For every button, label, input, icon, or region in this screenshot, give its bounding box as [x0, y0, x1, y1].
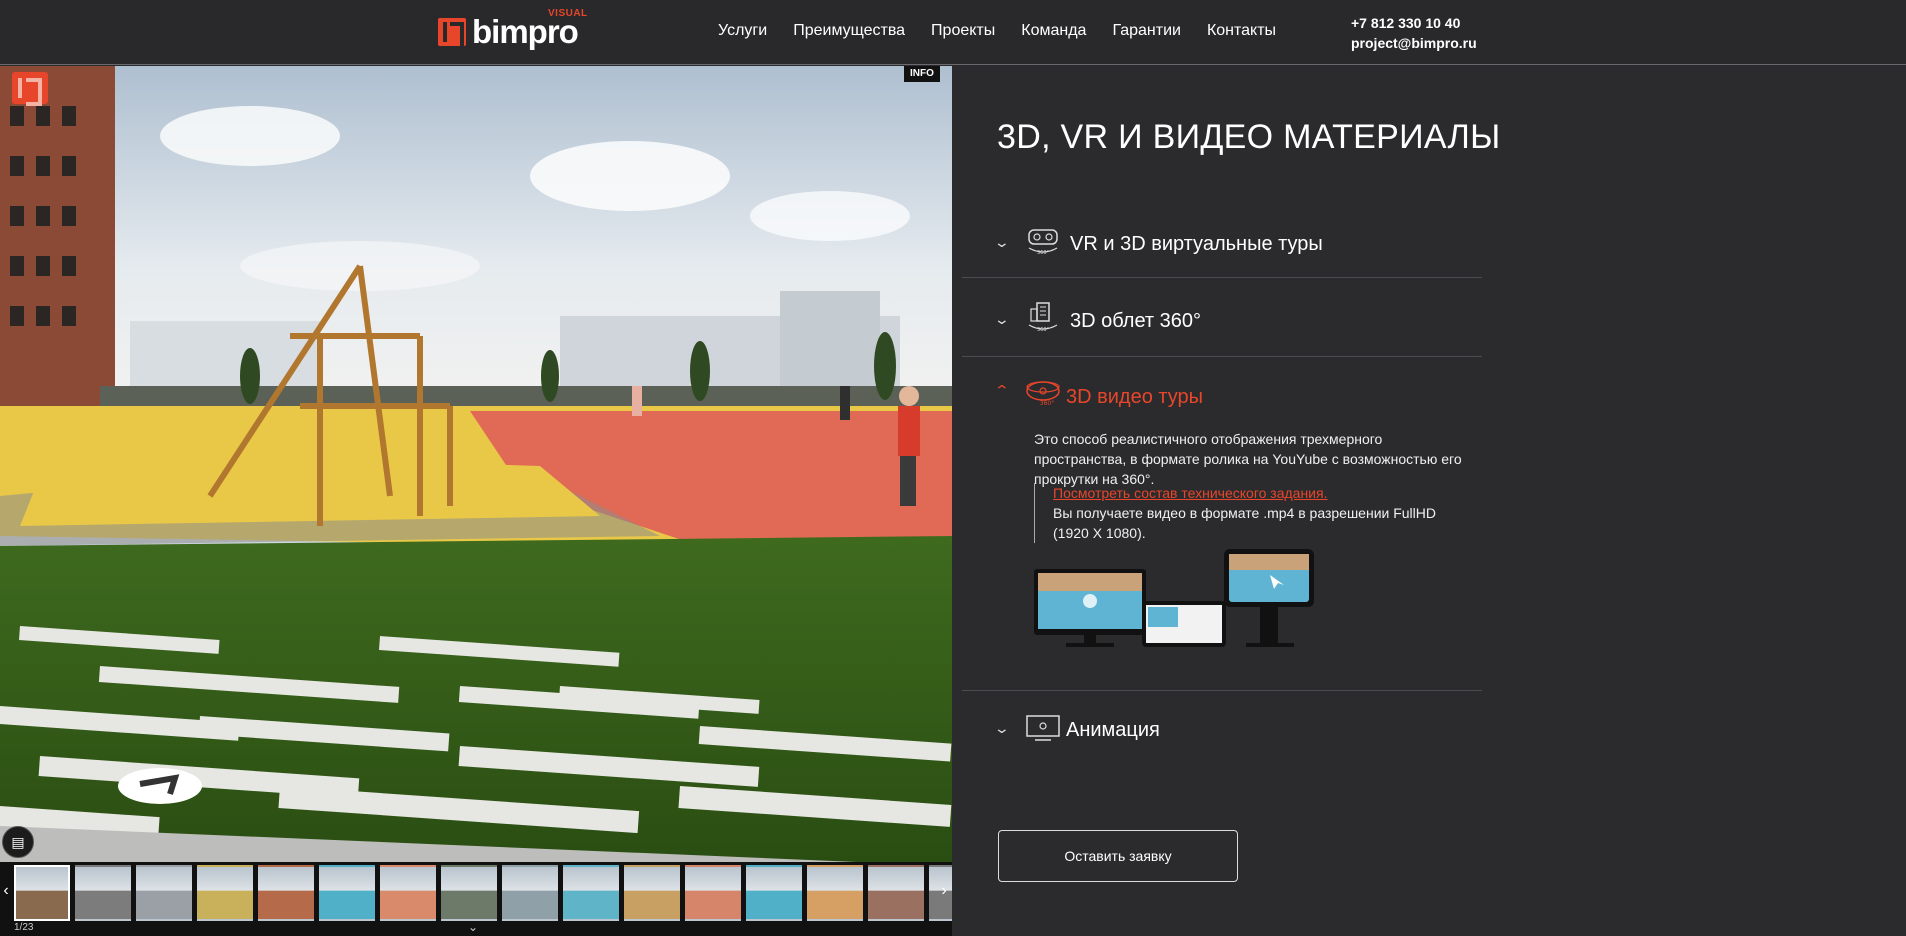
phone-link[interactable]: +7 812 330 10 40 [1351, 13, 1477, 33]
tech-spec-link[interactable]: Посмотреть состав технического задания. [1053, 485, 1327, 501]
format-note: Вы получаете видео в формате .mp4 в разр… [1053, 505, 1436, 541]
nav-team[interactable]: Команда [1021, 22, 1086, 40]
info-button[interactable]: INFO [904, 66, 940, 82]
accordion-note: Посмотреть состав технического задания. … [1034, 483, 1474, 543]
main-nav: Услуги Преимущества Проекты Команда Гара… [718, 22, 1302, 40]
nav-contacts[interactable]: Контакты [1207, 22, 1276, 40]
bimpro-logo[interactable]: bimpro VISUAL [438, 8, 587, 50]
thumbnail-strip: ‹ › 1/23 ⌄ [0, 862, 952, 936]
logo-text: bimpro [472, 13, 579, 50]
building-360-icon: 360° [1028, 302, 1058, 333]
header-contacts: +7 812 330 10 40 project@bimpro.ru [1351, 13, 1477, 53]
nav-guarantees[interactable]: Гарантии [1112, 22, 1181, 40]
chevron-down-icon: ⌄ [993, 311, 1011, 327]
svg-text:360°: 360° [1037, 250, 1050, 256]
scene-thumbnail[interactable] [75, 865, 131, 921]
accordion-title: 3D видео туры [1066, 386, 1204, 408]
scene-thumbnail[interactable] [746, 865, 802, 921]
scene-thumbnail[interactable] [807, 865, 863, 921]
map-icon[interactable]: ▤ [2, 826, 34, 858]
scene-thumbnail[interactable] [14, 865, 70, 921]
email-link[interactable]: project@bimpro.ru [1351, 33, 1477, 53]
scene-thumbnail[interactable] [258, 865, 314, 921]
accordion-header[interactable]: ⌄ 360° 3D видео туры [962, 371, 1482, 421]
accordion-title: Анимация [1066, 719, 1160, 741]
materials-panel: 3D, VR И ВИДЕО МАТЕРИАЛЫ ⌄ 360° VR и 3D … [952, 66, 1906, 936]
svg-text:360°: 360° [1040, 400, 1054, 407]
nav-services[interactable]: Услуги [718, 22, 767, 40]
chevron-down-icon[interactable]: ⌄ [468, 920, 478, 934]
nav-projects[interactable]: Проекты [931, 22, 995, 40]
divider [962, 356, 1482, 357]
chevron-up-icon: ⌄ [993, 382, 1011, 398]
monitor-icon [1026, 715, 1060, 741]
vr-headset-icon: 360° [1028, 229, 1058, 256]
accordion-header[interactable]: ⌄ Анимация [962, 704, 1482, 754]
strip-next-icon[interactable]: › [938, 882, 950, 900]
request-button[interactable]: Оставить заявку [998, 830, 1238, 882]
section-title: 3D, VR И ВИДЕО МАТЕРИАЛЫ [997, 118, 1501, 156]
panorama-viewer[interactable]: INFO ▤ ‹ › 1/23 ⌄ [0, 66, 952, 936]
divider [962, 277, 1482, 278]
scene-thumbnail[interactable] [502, 865, 558, 921]
accordion-title: 3D облет 360° [1070, 310, 1202, 332]
logo-subtitle: VISUAL [548, 8, 588, 19]
viewer-logo-icon [12, 72, 48, 106]
panorama-image[interactable] [0, 66, 952, 862]
scene-thumbnail[interactable] [563, 865, 619, 921]
accordion-header[interactable]: ⌄ 360° 3D облет 360° [962, 295, 1482, 345]
logo-mark-icon [438, 18, 466, 50]
divider [962, 690, 1482, 691]
scene-thumbnail[interactable] [868, 865, 924, 921]
devices-illustration [1034, 549, 1314, 647]
chevron-down-icon: ⌄ [993, 720, 1011, 736]
strip-prev-icon[interactable]: ‹ [0, 882, 12, 900]
accordion-header[interactable]: ⌄ 360° VR и 3D виртуальные туры [962, 218, 1482, 268]
accordion-title: VR и 3D виртуальные туры [1070, 233, 1323, 255]
scene-thumbnail[interactable] [319, 865, 375, 921]
site-header: bimpro VISUAL Услуги Преимущества Проект… [0, 0, 1906, 65]
scene-thumbnail[interactable] [624, 865, 680, 921]
chevron-down-icon: ⌄ [993, 234, 1011, 250]
scene-thumbnail[interactable] [685, 865, 741, 921]
scene-thumbnail[interactable] [441, 865, 497, 921]
nav-advantages[interactable]: Преимущества [793, 22, 905, 40]
svg-text:360°: 360° [1037, 327, 1050, 333]
scene-thumbnail[interactable] [136, 865, 192, 921]
scene-counter: 1/23 [14, 922, 34, 933]
video-360-icon: 360° [1026, 381, 1060, 407]
scene-thumbnail[interactable] [380, 865, 436, 921]
scene-thumbnail[interactable] [197, 865, 253, 921]
accordion-description: Это способ реалистичного отображения тре… [1034, 431, 1462, 487]
